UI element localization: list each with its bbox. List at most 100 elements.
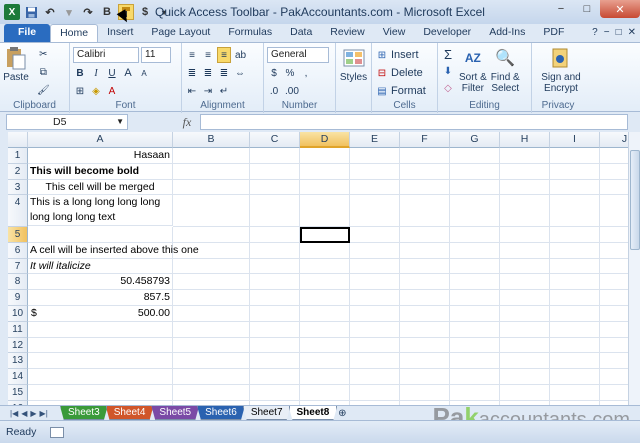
cell-a12[interactable] xyxy=(28,337,173,354)
sheet-tab-sheet8[interactable]: Sheet8 xyxy=(288,406,338,420)
cell-f7[interactable] xyxy=(400,258,450,275)
excel-logo-icon[interactable]: X xyxy=(4,4,20,20)
column-header-j[interactable]: J xyxy=(600,132,628,148)
cell-c14[interactable] xyxy=(250,369,300,385)
cell-g7[interactable] xyxy=(450,258,500,275)
row-header[interactable]: 12 xyxy=(8,337,28,354)
sheet-tab-sheet7[interactable]: Sheet7 xyxy=(242,406,291,420)
font-size-combo[interactable]: 11 xyxy=(141,47,171,63)
vertical-scrollbar[interactable] xyxy=(628,132,640,405)
cell-b4[interactable] xyxy=(173,195,250,227)
cell-g13[interactable] xyxy=(450,353,500,370)
grow-font-button[interactable]: A xyxy=(121,65,135,81)
cell-i10[interactable] xyxy=(550,305,600,322)
row-header[interactable]: 11 xyxy=(8,321,28,338)
decrease-decimal-icon[interactable]: .00 xyxy=(283,83,301,99)
insert-cells-label[interactable]: Insert xyxy=(391,49,419,61)
delete-cells-icon[interactable]: ⊟ xyxy=(375,65,389,81)
cell-g14[interactable] xyxy=(450,369,500,385)
tab-file[interactable]: File xyxy=(4,24,51,42)
row-header[interactable]: 9 xyxy=(8,290,28,306)
cell-d12[interactable] xyxy=(300,337,350,354)
tab-pdf[interactable]: PDF xyxy=(534,24,573,42)
column-header-i[interactable]: I xyxy=(550,132,600,148)
cell-b9[interactable] xyxy=(173,290,250,306)
row-header[interactable]: 1 xyxy=(8,148,28,164)
cell-a11[interactable] xyxy=(28,321,173,338)
cell-b8[interactable] xyxy=(173,274,250,291)
row-header[interactable]: 4 xyxy=(8,195,28,227)
minimize-button[interactable]: − xyxy=(548,0,574,18)
cell-i13[interactable] xyxy=(550,353,600,370)
align-right-icon[interactable]: ≣ xyxy=(217,65,231,81)
shrink-font-button[interactable]: A xyxy=(137,65,151,81)
currency-button[interactable]: $ xyxy=(267,65,281,81)
cell-c2[interactable] xyxy=(250,163,300,180)
cell-i2[interactable] xyxy=(550,163,600,180)
save-icon[interactable] xyxy=(23,4,39,20)
row-header[interactable]: 2 xyxy=(8,163,28,180)
row-header[interactable]: 5 xyxy=(8,226,28,243)
customize-qat-icon[interactable]: ▾ xyxy=(156,4,172,20)
cell-a2[interactable]: This will become bold xyxy=(28,163,173,180)
row-header[interactable]: 13 xyxy=(8,353,28,370)
cell-e14[interactable] xyxy=(350,369,400,385)
cell-e15[interactable] xyxy=(350,384,400,401)
cell-d9[interactable] xyxy=(300,290,350,306)
cell-a1[interactable]: Hasaan xyxy=(28,148,173,164)
cell-b11[interactable] xyxy=(173,321,250,338)
tab-page-layout[interactable]: Page Layout xyxy=(142,24,219,42)
underline-button[interactable]: U xyxy=(105,65,119,81)
cell-f14[interactable] xyxy=(400,369,450,385)
cell-i4[interactable] xyxy=(550,195,600,227)
cell-g4[interactable] xyxy=(450,195,500,227)
cell-h4[interactable] xyxy=(500,195,550,227)
decrease-indent-icon[interactable]: ⇤ xyxy=(185,83,199,99)
fill-icon[interactable]: ⬇ xyxy=(441,63,455,79)
macro-record-icon[interactable] xyxy=(50,426,65,438)
cell-a13[interactable] xyxy=(28,353,173,370)
cell-b2[interactable] xyxy=(173,163,250,180)
cell-b6[interactable] xyxy=(173,242,250,259)
cell-i1[interactable] xyxy=(550,148,600,164)
cell-c4[interactable] xyxy=(250,195,300,227)
column-header-a[interactable]: A xyxy=(28,132,173,148)
align-left-icon[interactable]: ≣ xyxy=(185,65,199,81)
cell-i12[interactable] xyxy=(550,337,600,354)
autosum-button[interactable]: Σ xyxy=(441,46,455,62)
cell-b15[interactable] xyxy=(173,384,250,401)
cut-icon[interactable]: ✂ xyxy=(35,46,52,62)
cell-d6[interactable] xyxy=(300,242,350,259)
cell-f8[interactable] xyxy=(400,274,450,291)
align-top-icon[interactable]: ≡ xyxy=(185,47,199,63)
cell-a6[interactable]: A cell will be inserted above this one xyxy=(28,242,199,259)
cell-g2[interactable] xyxy=(450,163,500,180)
cell-h1[interactable] xyxy=(500,148,550,164)
cell-j3[interactable] xyxy=(600,180,628,196)
cell-b7[interactable] xyxy=(173,258,250,275)
cell-b3[interactable] xyxy=(173,179,250,196)
format-painter-ribbon-icon[interactable]: 🖌 xyxy=(35,82,52,98)
cell-g9[interactable] xyxy=(450,290,500,306)
close-button[interactable]: ✕ xyxy=(600,0,640,18)
cell-c13[interactable] xyxy=(250,353,300,370)
fill-color-icon[interactable]: ◈ xyxy=(89,83,103,99)
cell-i9[interactable] xyxy=(550,290,600,306)
cell-f15[interactable] xyxy=(400,384,450,401)
sign-encrypt-button[interactable]: Sign and Encrypt xyxy=(535,46,587,94)
cell-f10[interactable] xyxy=(400,305,450,322)
cell-h13[interactable] xyxy=(500,353,550,370)
increase-decimal-icon[interactable]: .0 xyxy=(267,83,281,99)
align-center-icon[interactable]: ≣ xyxy=(201,65,215,81)
cell-d8[interactable] xyxy=(300,274,350,291)
sort-filter-button[interactable]: AZ Sort & Filter xyxy=(459,46,487,96)
cell-b10[interactable] xyxy=(173,305,250,322)
bold-button[interactable]: B xyxy=(73,65,87,81)
redo-icon[interactable]: ▾ xyxy=(61,4,77,20)
cell-a10[interactable]: $500.00 xyxy=(28,305,173,322)
cell-j7[interactable] xyxy=(600,259,628,275)
cell-h3[interactable] xyxy=(500,179,550,196)
ribbon-close-icon[interactable]: ✕ xyxy=(628,27,636,38)
cell-b13[interactable] xyxy=(173,353,250,370)
cell-j15[interactable] xyxy=(600,385,628,401)
